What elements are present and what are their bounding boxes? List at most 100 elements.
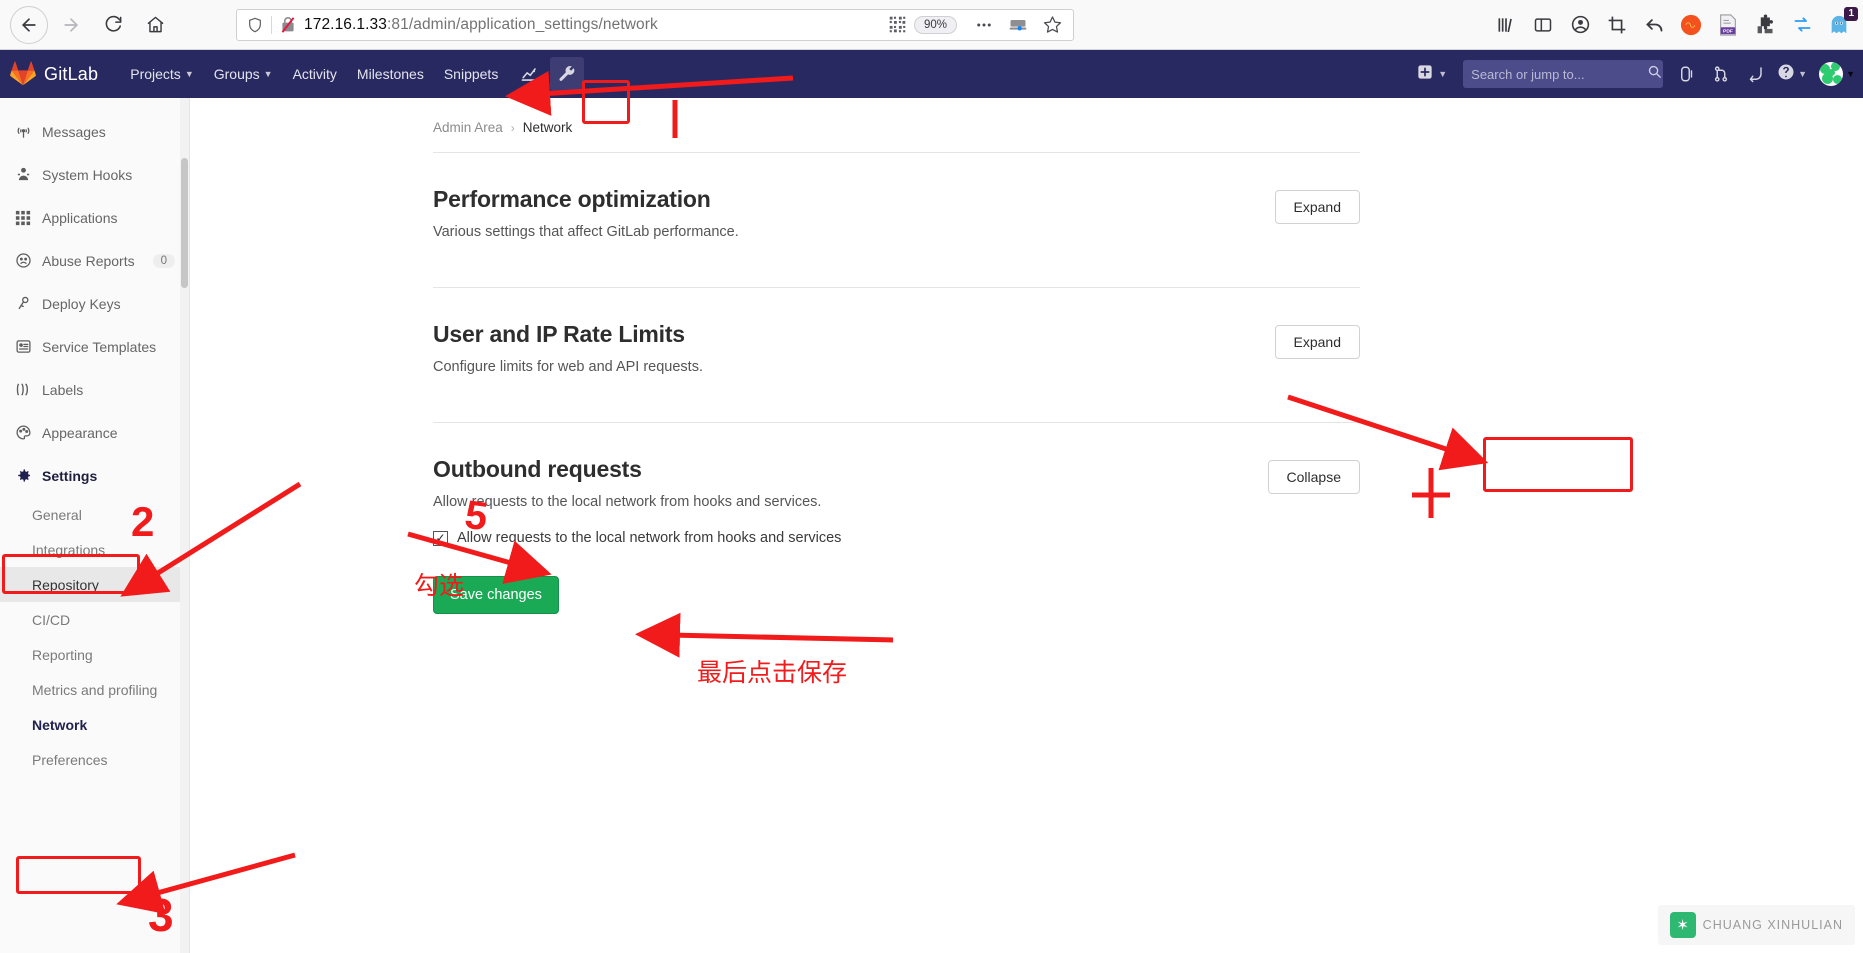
reader-view-icon[interactable] — [1003, 10, 1033, 40]
sidebar-item-labels[interactable]: Labels — [0, 368, 189, 411]
nav-link-snippets[interactable]: Snippets — [434, 60, 508, 88]
watermark-logo-icon: ✶ — [1669, 912, 1696, 938]
new-item-button[interactable]: ▼ — [1409, 60, 1455, 89]
sidebar-scrollbar[interactable] — [180, 98, 189, 953]
chevron-right-icon: › — [510, 120, 515, 135]
annotation-box-admin-wrench — [582, 80, 630, 124]
undo-arrow-icon[interactable] — [1638, 9, 1670, 41]
back-button[interactable] — [10, 5, 48, 44]
nav-link-groups[interactable]: Groups ▼ — [204, 60, 283, 88]
annotation-box-collapse — [1483, 437, 1633, 492]
ellipsis-icon[interactable] — [969, 10, 999, 40]
nav-link-projects[interactable]: Projects ▼ — [120, 60, 204, 88]
todos-icon[interactable] — [1739, 58, 1771, 90]
broken-lock-icon[interactable] — [280, 16, 296, 34]
search-input-wrapper[interactable] — [1463, 60, 1664, 88]
question-circle-icon — [1777, 63, 1795, 86]
settings-sections: Performance optimization Various setting… — [190, 152, 1360, 614]
sidebar-icon[interactable] — [1527, 9, 1559, 41]
sidebar-subitem-general[interactable]: General — [0, 497, 189, 532]
allow-local-network-checkbox-row[interactable]: ✓ Allow requests to the local network fr… — [433, 530, 1268, 546]
url-text[interactable]: 172.16.1.33:81/admin/application_setting… — [304, 16, 881, 34]
qr-code-icon[interactable] — [889, 16, 906, 33]
collapse-button-outbound-requests[interactable]: Collapse — [1267, 460, 1360, 494]
ghost-extension-icon[interactable]: 1 — [1823, 6, 1858, 41]
annotation-box-settings — [2, 554, 140, 594]
section-performance-optimization: Performance optimization Various setting… — [433, 153, 1360, 270]
forward-button[interactable] — [52, 6, 90, 44]
breadcrumb: Admin Area › Network — [190, 98, 1823, 135]
chevron-down-icon: ▼ — [184, 69, 194, 79]
applications-grid-icon — [14, 210, 32, 226]
hook-icon — [14, 166, 32, 183]
sidebar-subitem-network[interactable]: Network — [0, 707, 189, 742]
sidebar-item-settings[interactable]: Settings — [0, 454, 189, 497]
url-host: 172.16.1.33 — [304, 15, 387, 33]
puzzle-extension-icon[interactable] — [1749, 9, 1781, 41]
sidebar-item-label: Abuse Reports — [42, 252, 135, 269]
nav-link-groups-label: Groups — [213, 66, 260, 82]
user-menu[interactable]: ▼ — [1813, 62, 1855, 86]
reload-button[interactable] — [94, 6, 132, 44]
analytics-chart-icon[interactable] — [512, 57, 546, 91]
expand-button-user-and-ip-rate-limits[interactable]: Expand — [1274, 325, 1360, 359]
sidebar-scroll-cutoff — [0, 98, 189, 110]
sidebar-item-label: Deploy Keys — [42, 295, 121, 312]
expand-button-performance-optimization[interactable]: Expand — [1274, 190, 1360, 224]
avatar — [1819, 62, 1844, 86]
screenshot-crop-icon[interactable] — [1601, 9, 1633, 41]
browser-chrome: 172.16.1.33:81/admin/application_setting… — [0, 0, 1863, 50]
shield-icon[interactable] — [247, 17, 263, 33]
main-content: Admin Area › Network Performance optimiz… — [190, 98, 1863, 953]
sidebar-subitem-preferences[interactable]: Preferences — [0, 742, 189, 777]
merge-requests-icon[interactable] — [1705, 58, 1737, 90]
url-bar[interactable]: 172.16.1.33:81/admin/application_setting… — [236, 8, 1074, 41]
star-icon[interactable] — [1037, 10, 1067, 40]
home-button[interactable] — [136, 6, 174, 44]
sidebar-item-applications[interactable]: Applications — [0, 196, 189, 239]
check-glyph: ✓ — [435, 531, 446, 545]
sidebar-item-messages[interactable]: Messages — [0, 110, 189, 153]
browser-nav-buttons — [10, 5, 174, 44]
abuse-reports-count-badge: 0 — [152, 253, 175, 268]
search-input[interactable] — [1471, 66, 1648, 82]
nav-link-activity[interactable]: Activity — [283, 60, 347, 88]
sidebar-subitem-reporting[interactable]: Reporting — [0, 637, 189, 672]
admin-wrench-icon[interactable] — [550, 57, 585, 91]
help-button[interactable]: ▼ — [1773, 63, 1811, 86]
sidebar-item-appearance[interactable]: Appearance — [0, 411, 189, 454]
section-outbound-requests: Outbound requests Allow requests to the … — [433, 423, 1360, 614]
issues-icon[interactable] — [1671, 58, 1703, 90]
gitlab-brand[interactable]: GitLab — [10, 61, 98, 87]
sidebar-item-service-templates[interactable]: Service Templates — [0, 325, 189, 368]
infinity-circle-icon[interactable] — [1675, 9, 1707, 41]
library-icon[interactable] — [1490, 9, 1522, 41]
section-description: Configure limits for web and API request… — [433, 359, 703, 375]
sidebar-scrollbar-thumb[interactable] — [181, 158, 188, 288]
palette-icon — [14, 424, 32, 441]
allow-local-network-checkbox[interactable]: ✓ — [433, 530, 448, 546]
template-icon — [14, 338, 32, 355]
zoom-level-badge[interactable]: 90% — [913, 15, 957, 34]
sidebar-item-deploy-keys[interactable]: Deploy Keys — [0, 282, 189, 325]
pdf-icon[interactable]: PDF — [1712, 9, 1744, 41]
chevron-down-icon: ▼ — [1846, 69, 1855, 79]
nav-link-milestones[interactable]: Milestones — [347, 60, 434, 88]
section-user-and-ip-rate-limits: User and IP Rate Limits Configure limits… — [433, 288, 1360, 405]
section-title: Outbound requests — [433, 456, 642, 482]
extension-badge-count: 1 — [1844, 6, 1858, 21]
breadcrumb-admin-area[interactable]: Admin Area — [433, 120, 503, 135]
sidebar-item-system-hooks[interactable]: System Hooks — [0, 153, 189, 196]
url-bar-actions — [969, 10, 1067, 40]
gitlab-brand-label: GitLab — [44, 63, 99, 84]
sidebar-item-abuse-reports[interactable]: Abuse Reports 0 — [0, 239, 189, 282]
allow-local-network-checkbox-label[interactable]: Allow requests to the local network from… — [457, 530, 841, 546]
sidebar-subitem-cicd[interactable]: CI/CD — [0, 602, 189, 637]
save-changes-button[interactable]: Save changes — [433, 576, 559, 614]
sync-arrows-icon[interactable] — [1786, 9, 1818, 41]
gitlab-navbar-right: ▼ ▼ — [1409, 50, 1855, 98]
search-icon[interactable] — [1647, 64, 1662, 84]
account-icon[interactable] — [1564, 9, 1596, 41]
section-text: Outbound requests Allow requests to the … — [433, 456, 1268, 614]
sidebar-subitem-metrics-and-profiling[interactable]: Metrics and profiling — [0, 672, 189, 707]
